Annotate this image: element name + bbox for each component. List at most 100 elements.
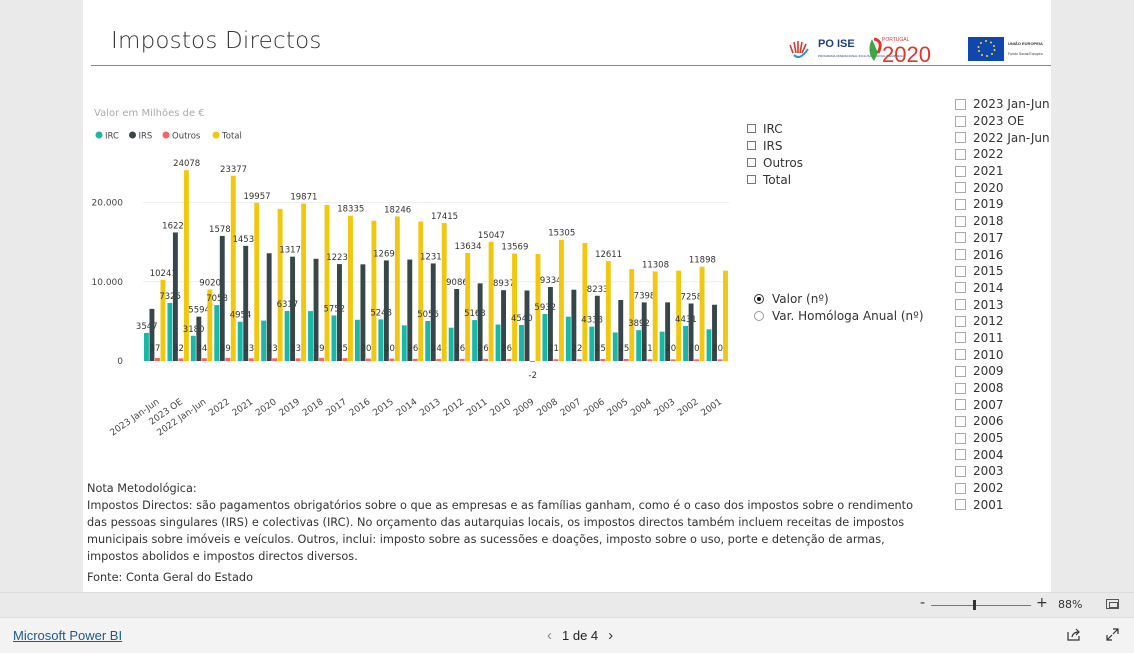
year-slicer-item[interactable]: 2017	[955, 230, 1050, 247]
measure-slicer-irs[interactable]: IRS	[747, 137, 803, 154]
year-slicer-item[interactable]: 2005	[955, 430, 1050, 447]
year-checkbox[interactable]	[955, 349, 966, 361]
bar-outros	[155, 358, 160, 361]
year-checkbox[interactable]	[955, 399, 966, 411]
eu-logo-text: UNIÃO EUROPEIA	[1008, 41, 1043, 46]
year-slicer-item[interactable]: 2022	[955, 146, 1050, 163]
mode-radio-variacao[interactable]: Var. Homóloga Anual (nº)	[754, 307, 924, 324]
zoom-in-button[interactable]: +	[1036, 595, 1048, 611]
fit-to-page-icon[interactable]	[1106, 599, 1119, 609]
year-slicer[interactable]: 2023 Jan-Jun 2023 OE 2022 Jan-Jun 2022 2021 2…	[955, 96, 1050, 513]
checkbox-total[interactable]	[747, 175, 756, 184]
year-label: 2010	[973, 347, 1004, 362]
year-checkbox[interactable]	[955, 215, 966, 227]
year-checkbox[interactable]	[955, 315, 966, 327]
bar-irc	[331, 315, 337, 361]
data-label: 15047	[478, 231, 505, 241]
year-checkbox[interactable]	[955, 299, 966, 311]
year-slicer-item[interactable]: 2016	[955, 246, 1050, 263]
y-tick-label: 10.000	[92, 278, 124, 288]
year-slicer-item[interactable]: 2002	[955, 480, 1050, 497]
year-checkbox[interactable]	[955, 465, 966, 477]
year-checkbox[interactable]	[955, 249, 966, 261]
year-checkbox[interactable]	[955, 415, 966, 427]
year-checkbox[interactable]	[955, 432, 966, 444]
bar-irs	[219, 235, 225, 361]
year-slicer-item[interactable]: 2018	[955, 213, 1050, 230]
year-checkbox[interactable]	[955, 365, 966, 377]
year-slicer-item[interactable]: 2013	[955, 296, 1050, 313]
legend-label: IRS	[139, 132, 153, 142]
year-slicer-item[interactable]: 2009	[955, 363, 1050, 380]
bar-irc	[589, 326, 595, 361]
year-checkbox[interactable]	[955, 182, 966, 194]
year-checkbox[interactable]	[955, 332, 966, 344]
data-label: 13634	[454, 242, 481, 252]
zoom-out-button[interactable]: -	[920, 595, 925, 611]
year-slicer-item[interactable]: 2008	[955, 380, 1050, 397]
year-checkbox[interactable]	[955, 499, 966, 511]
bar-total	[582, 242, 588, 361]
year-slicer-item[interactable]: 2015	[955, 263, 1050, 280]
year-checkbox[interactable]	[955, 482, 966, 494]
year-checkbox[interactable]	[955, 148, 966, 160]
year-checkbox[interactable]	[955, 265, 966, 277]
year-slicer-item[interactable]: 2004	[955, 446, 1050, 463]
year-slicer-item[interactable]: 2012	[955, 313, 1050, 330]
mode-radio-group[interactable]: Valor (nº) Var. Homóloga Anual (nº)	[754, 290, 924, 324]
checkbox-irs[interactable]	[747, 141, 756, 150]
checkbox-irc[interactable]	[747, 124, 756, 133]
legend-label: IRC	[105, 132, 119, 142]
year-slicer-item[interactable]: 2021	[955, 163, 1050, 180]
data-label: 23377	[220, 165, 247, 175]
year-slicer-item[interactable]: 2020	[955, 179, 1050, 196]
zoom-slider-thumb[interactable]	[973, 600, 976, 610]
measure-slicer-outros[interactable]: Outros	[747, 154, 803, 171]
checkbox-outros[interactable]	[747, 158, 756, 167]
year-checkbox[interactable]	[955, 382, 966, 394]
data-label: 13569	[501, 242, 528, 252]
year-slicer-item[interactable]: 2022 Jan-Jun	[955, 129, 1050, 146]
year-label: 2001	[973, 497, 1004, 512]
zoom-slider-track[interactable]	[931, 605, 1031, 606]
bar-total	[301, 203, 307, 361]
bar-total	[652, 271, 658, 361]
radio-variacao[interactable]	[754, 310, 764, 321]
year-checkbox[interactable]	[955, 98, 966, 110]
year-checkbox[interactable]	[955, 115, 966, 127]
year-slicer-item[interactable]: 2019	[955, 196, 1050, 213]
year-slicer-item[interactable]: 2010	[955, 346, 1050, 363]
measure-slicer-total[interactable]: Total	[747, 171, 803, 188]
year-checkbox[interactable]	[955, 449, 966, 461]
tax-bar-chart[interactable]: Valor em Milhões de € IRC IRS Outros Total 0 1…	[83, 100, 743, 450]
year-slicer-item[interactable]: 2006	[955, 413, 1050, 430]
measure-slicer[interactable]: IRC IRS Outros Total	[747, 120, 803, 188]
radio-valor[interactable]	[754, 293, 764, 304]
year-slicer-item[interactable]: 2011	[955, 330, 1050, 347]
year-label: 2021	[973, 164, 1004, 179]
year-slicer-item[interactable]: 2023 OE	[955, 113, 1050, 130]
year-slicer-item[interactable]: 2001	[955, 497, 1050, 514]
year-checkbox[interactable]	[955, 198, 966, 210]
next-page-button[interactable]: ›	[598, 627, 623, 644]
fullscreen-icon[interactable]	[1106, 628, 1119, 641]
year-slicer-item[interactable]: 2023 Jan-Jun	[955, 96, 1050, 113]
note-text: Impostos Directos: são pagamentos obriga…	[87, 499, 914, 563]
previous-page-button[interactable]: ‹	[537, 627, 562, 644]
x-tick-label: 2012	[442, 397, 466, 418]
chart-svg[interactable]: Valor em Milhões de € IRC IRS Outros Total 0 1…	[83, 100, 743, 450]
mode-radio-valor[interactable]: Valor (nº)	[754, 290, 924, 307]
year-slicer-item[interactable]: 2007	[955, 396, 1050, 413]
data-label: 15305	[548, 229, 575, 239]
zoom-bar: - + 88%	[0, 592, 1134, 618]
share-icon[interactable]	[1067, 628, 1081, 641]
year-slicer-item[interactable]: 2014	[955, 280, 1050, 297]
power-bi-link[interactable]: Microsoft Power BI	[13, 628, 122, 643]
year-checkbox[interactable]	[955, 232, 966, 244]
x-tick-label: 2004	[629, 397, 654, 418]
year-checkbox[interactable]	[955, 282, 966, 294]
year-slicer-item[interactable]: 2003	[955, 463, 1050, 480]
year-checkbox[interactable]	[955, 165, 966, 177]
year-checkbox[interactable]	[955, 132, 966, 144]
measure-slicer-irc[interactable]: IRC	[747, 120, 803, 137]
